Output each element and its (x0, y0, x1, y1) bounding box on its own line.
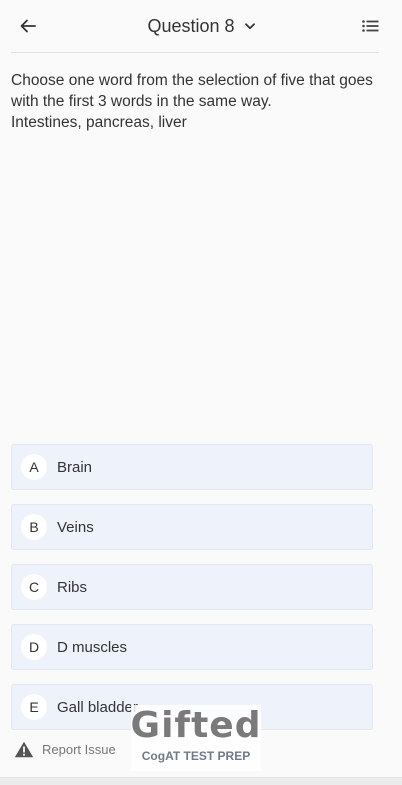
option-a[interactable]: A Brain (11, 444, 373, 490)
watermark-logo: Gifted (130, 705, 262, 746)
question-text: Choose one word from the selection of fi… (11, 70, 381, 133)
option-letter: C (21, 574, 47, 600)
option-letter: B (21, 514, 47, 540)
list-icon (361, 20, 378, 32)
header-divider (11, 52, 379, 53)
page-title: Question 8 (147, 15, 235, 36)
report-issue-label: Report Issue (42, 741, 116, 757)
report-issue-button[interactable]: Report Issue (14, 738, 116, 760)
option-letter: D (21, 634, 47, 660)
option-d[interactable]: D D muscles (11, 624, 373, 670)
question-selector[interactable]: Question 8 (0, 12, 402, 40)
chevron-down-icon (244, 22, 255, 29)
answer-options: A Brain B Veins C Ribs D D muscles E Gal… (11, 444, 373, 744)
warning-triangle-icon (14, 741, 34, 757)
watermark-subtitle: CogAT TEST PREP (141, 749, 251, 763)
option-label: Brain (57, 458, 93, 476)
question-list-button[interactable] (358, 14, 382, 38)
option-label: Gall bladder (57, 698, 138, 716)
option-letter: E (21, 694, 47, 720)
gifted-watermark: Gifted CogAT TEST PREP (131, 705, 261, 771)
header: Question 8 (0, 0, 402, 52)
option-letter: A (21, 454, 47, 480)
question-screen: Question 8 Choose one word from the sele… (0, 0, 402, 785)
option-label: D muscles (57, 638, 128, 656)
option-c[interactable]: C Ribs (11, 564, 373, 610)
option-label: Ribs (57, 578, 88, 596)
option-b[interactable]: B Veins (11, 504, 373, 550)
question-prompt: Choose one word from the selection of fi… (11, 72, 373, 110)
question-words: Intestines, pancreas, liver (11, 114, 187, 131)
option-label: Veins (57, 518, 94, 536)
bottom-bar (0, 777, 402, 785)
